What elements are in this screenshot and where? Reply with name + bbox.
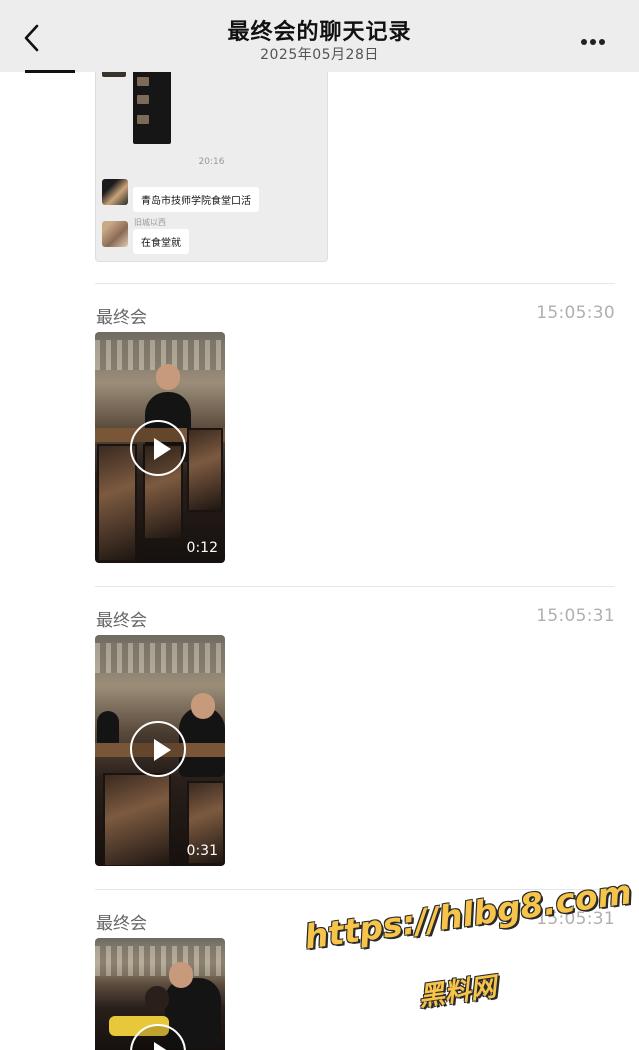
page-title: 最终会的聊天记录 <box>227 20 412 45</box>
video-duration: 0:31 <box>186 843 218 859</box>
watermark-url: https://hlbg8.com <box>302 872 634 957</box>
message-time: 15:05:30 <box>536 303 615 323</box>
video-message[interactable]: 0:12 <box>95 332 225 563</box>
header-underline <box>25 70 75 73</box>
video-message[interactable] <box>95 938 225 1050</box>
more-dots-icon <box>581 39 587 45</box>
page-date: 2025年05月28日 <box>260 47 379 63</box>
play-icon[interactable] <box>130 420 186 476</box>
chat-bubble[interactable]: 青岛市技师学院食堂口活 <box>133 187 259 212</box>
phone-screenshot-thumbnail[interactable] <box>133 63 171 144</box>
embedded-sender-name: 旧城以西 <box>134 218 166 227</box>
watermark-name: 黑料网 <box>416 972 499 1013</box>
play-icon[interactable] <box>130 721 186 777</box>
chat-bubble[interactable]: 在食堂就 <box>133 229 189 254</box>
sender-name: 最终会 <box>96 914 147 934</box>
video-duration: 0:12 <box>186 540 218 556</box>
forwarded-chat-card[interactable]: 20:16 青岛市技师学院食堂口活 旧城以西 在食堂就 <box>95 60 328 262</box>
header-bar: 最终会的聊天记录 2025年05月28日 <box>0 0 639 72</box>
message-time: 15:05:31 <box>536 606 615 626</box>
divider <box>95 283 615 284</box>
sender-name: 最终会 <box>96 308 147 328</box>
avatar[interactable] <box>102 179 128 205</box>
divider <box>95 586 615 587</box>
sender-name: 最终会 <box>96 611 147 631</box>
more-button[interactable] <box>581 30 615 46</box>
video-message[interactable]: 0:31 <box>95 635 225 866</box>
avatar[interactable] <box>102 221 128 247</box>
embedded-timestamp: 20:16 <box>198 157 225 167</box>
